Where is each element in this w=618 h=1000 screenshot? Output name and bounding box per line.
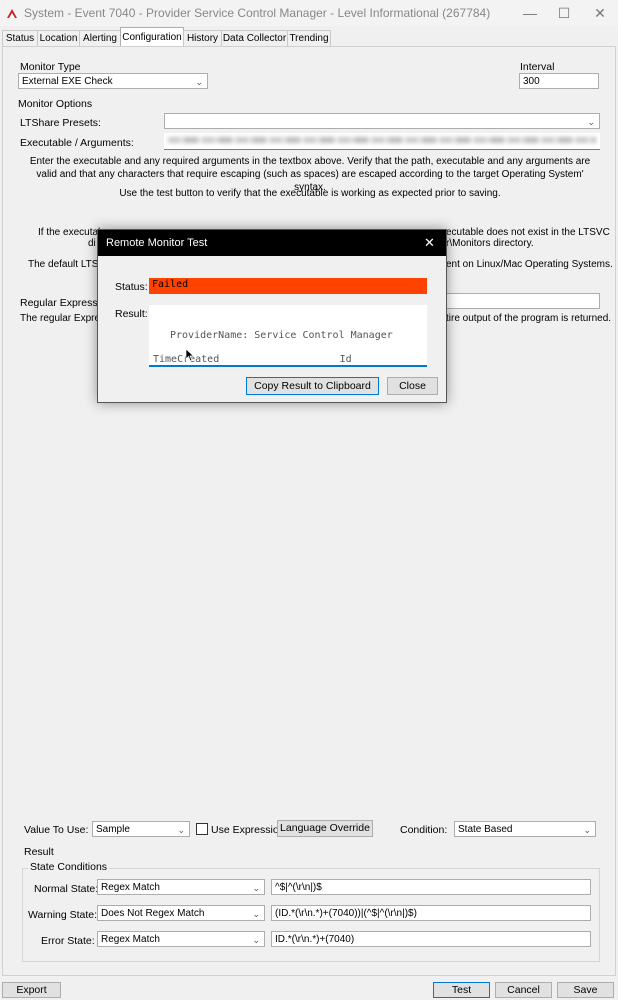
language-override-button[interactable]: Language Override <box>277 820 373 837</box>
executable-arguments-input[interactable] <box>164 133 600 150</box>
dialog-title-bar: Remote Monitor Test ✕ <box>98 230 446 256</box>
chevron-down-icon: ⌄ <box>177 825 185 835</box>
error-state-expression-input[interactable]: ID.*(\r\n.*)+(7040) <box>271 931 591 947</box>
help-text-3-right: ecutable does not exist in the LTSVC <box>446 227 610 238</box>
normal-state-expression-input[interactable]: ^$|^(\r\n|)$ <box>271 879 591 895</box>
save-button[interactable]: Save <box>557 982 614 998</box>
chevron-down-icon: ⌄ <box>195 77 203 87</box>
help-text-3-right2: r\Monitors directory. <box>446 238 534 249</box>
normal-state-type-value: Regex Match <box>101 882 160 893</box>
warning-state-label: Warning State: <box>28 909 98 921</box>
minimize-icon[interactable]: — <box>520 4 540 22</box>
state-conditions-label: State Conditions <box>28 861 110 873</box>
window-title: System - Event 7040 - Provider Service C… <box>24 6 491 20</box>
condition-label: Condition: <box>400 824 448 836</box>
help-text-3-left: If the executab <box>38 227 104 238</box>
regex-help-right: tire output of the program is returned. <box>446 313 612 324</box>
value-to-use-value: Sample <box>96 824 130 835</box>
status-label: Status: <box>115 281 148 293</box>
warning-state-type-value: Does Not Regex Match <box>101 908 205 919</box>
app-logo-icon <box>7 9 17 18</box>
chevron-down-icon: ⌄ <box>587 117 595 127</box>
ltshare-presets-label: LTShare Presets: <box>20 117 101 129</box>
cancel-button[interactable]: Cancel <box>495 982 552 998</box>
value-to-use-select[interactable]: Sample ⌄ <box>92 821 190 837</box>
executable-arguments-label: Executable / Arguments: <box>20 137 134 149</box>
tab-configuration[interactable]: Configuration <box>120 27 184 47</box>
tab-trending[interactable]: Trending <box>287 30 331 46</box>
error-state-type-select[interactable]: Regex Match ⌄ <box>97 931 265 947</box>
condition-select[interactable]: State Based ⌄ <box>454 821 596 837</box>
ltshare-presets-select[interactable]: ⌄ <box>164 113 600 129</box>
dialog-close-button[interactable]: Close <box>387 377 438 395</box>
tab-alerting[interactable]: Alerting <box>79 30 121 46</box>
monitor-options-label: Monitor Options <box>18 98 93 110</box>
tab-location[interactable]: Location <box>37 30 80 46</box>
error-state-type-value: Regex Match <box>101 934 160 945</box>
condition-value: State Based <box>458 824 513 835</box>
tab-history[interactable]: History <box>183 30 222 46</box>
title-bar: System - Event 7040 - Provider Service C… <box>0 0 618 26</box>
tab-status[interactable]: Status <box>2 30 38 46</box>
value-to-use-label: Value To Use: <box>24 824 89 836</box>
export-button[interactable]: Export <box>2 982 61 998</box>
result-line-2: TimeCreated Id <box>153 354 352 365</box>
interval-input[interactable]: 300 <box>519 73 599 89</box>
mouse-cursor-icon <box>185 348 195 362</box>
monitor-type-value: External EXE Check <box>22 76 113 87</box>
use-expression-label: Use Expression <box>211 824 285 836</box>
status-value: Failed <box>149 278 427 294</box>
use-expression-checkbox[interactable] <box>196 823 208 835</box>
dialog-title: Remote Monitor Test <box>106 237 208 249</box>
maximize-icon[interactable]: ☐ <box>554 4 574 22</box>
warning-state-expression-input[interactable]: (ID.*(\r\n.*)+(7040))|(^$|^(\r\n|)$) <box>271 905 591 921</box>
close-icon[interactable]: ✕ <box>424 235 435 251</box>
result-label: Result: <box>115 308 148 320</box>
normal-state-type-select[interactable]: Regex Match ⌄ <box>97 879 265 895</box>
normal-state-label: Normal State: <box>34 883 99 895</box>
interval-label: Interval <box>520 61 555 73</box>
chevron-down-icon: ⌄ <box>252 909 260 919</box>
result-section-label: Result <box>24 846 54 858</box>
help-text-2: Use the test button to verify that the e… <box>119 188 501 199</box>
test-button[interactable]: Test <box>433 982 490 998</box>
result-line-1: ProviderName: Service Control Manager <box>170 330 393 341</box>
warning-state-type-select[interactable]: Does Not Regex Match ⌄ <box>97 905 265 921</box>
monitor-type-select[interactable]: External EXE Check ⌄ <box>18 73 208 89</box>
regular-expression-input[interactable] <box>446 293 600 309</box>
error-state-label: Error State: <box>41 935 95 947</box>
chevron-down-icon: ⌄ <box>252 883 260 893</box>
monitor-type-label: Monitor Type <box>20 61 81 73</box>
tab-data-collector[interactable]: Data Collector <box>221 30 288 46</box>
chevron-down-icon: ⌄ <box>583 825 591 835</box>
help-text-3-left2: di <box>88 238 96 249</box>
redacted-text <box>168 137 596 143</box>
chevron-down-icon: ⌄ <box>252 935 260 945</box>
close-icon[interactable]: ✕ <box>590 4 610 22</box>
remote-monitor-test-dialog: Remote Monitor Test ✕ Status: Failed Res… <box>97 229 447 403</box>
copy-result-button[interactable]: Copy Result to Clipboard <box>246 377 379 395</box>
help-text-4-right: ent on Linux/Mac Operating Systems. <box>446 259 613 270</box>
help-text-4-left: The default LTSV <box>28 259 106 270</box>
